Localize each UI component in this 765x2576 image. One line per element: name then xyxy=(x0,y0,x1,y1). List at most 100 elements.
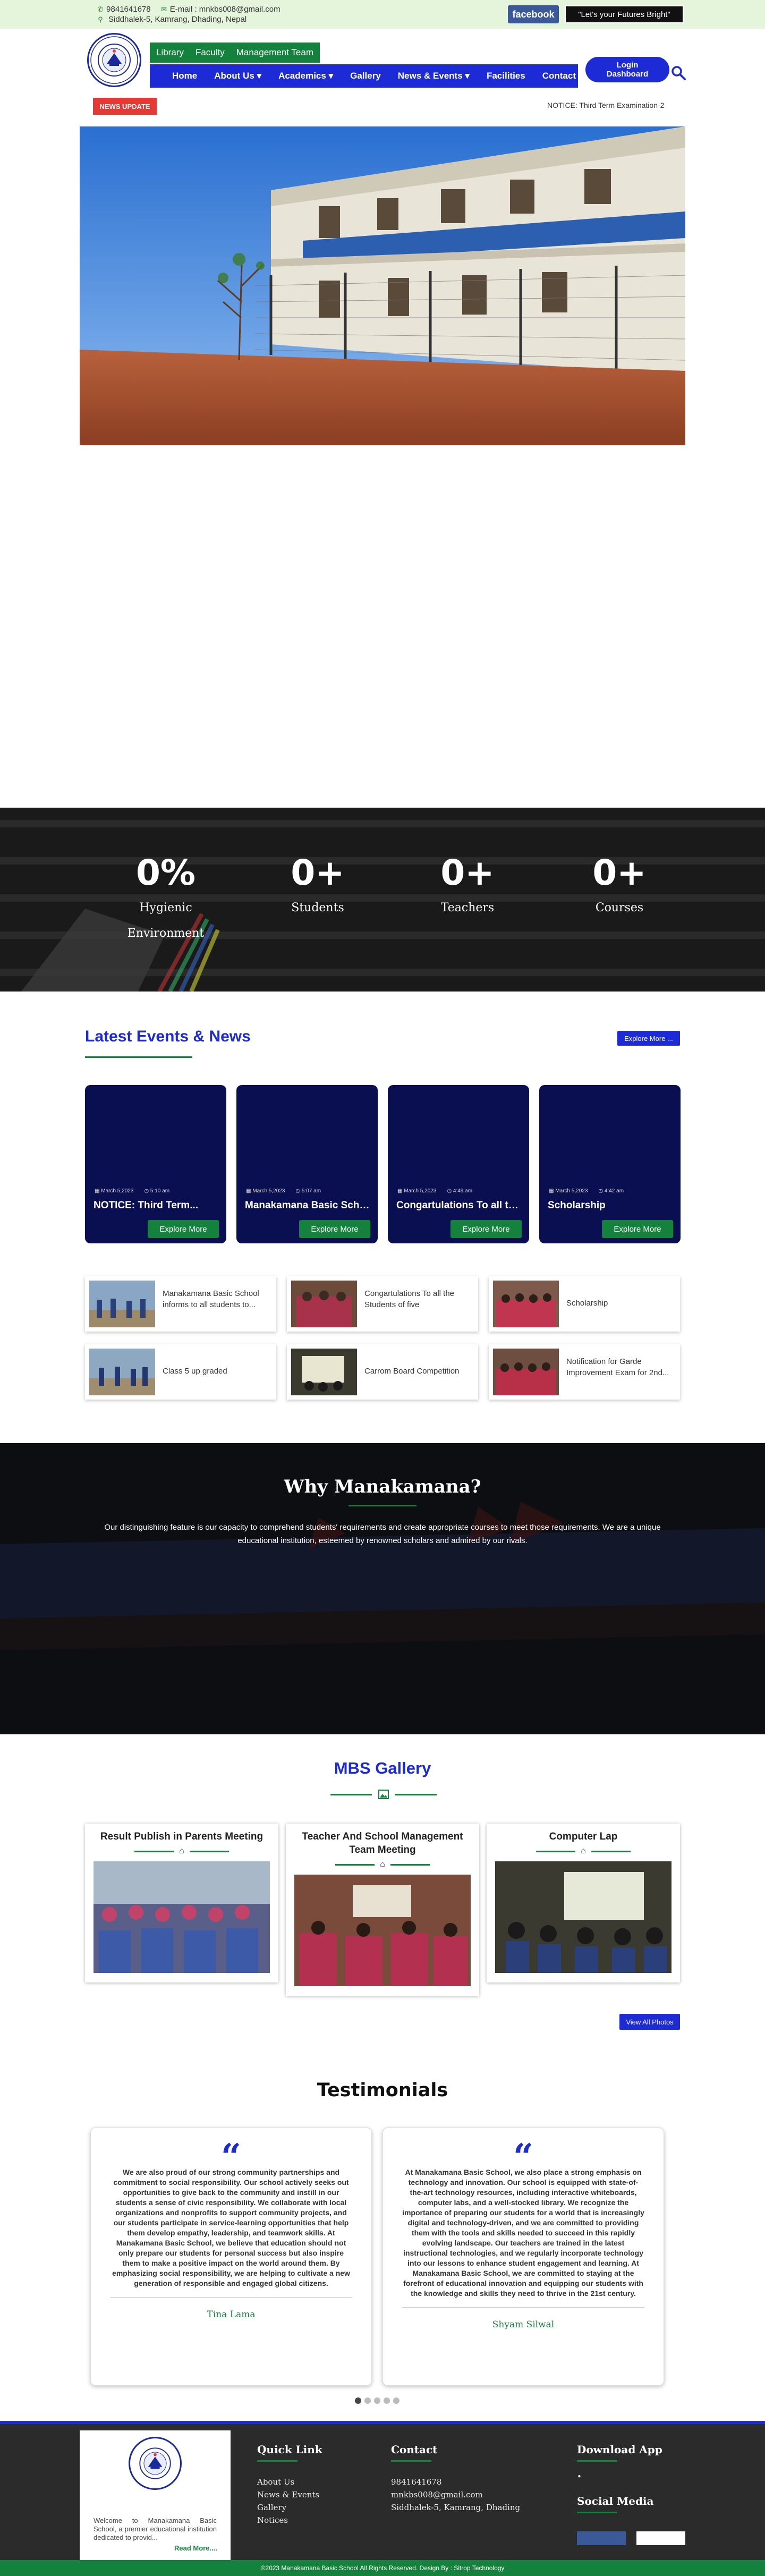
event-card[interactable]: ▦ March 5,2023 ◷ 4:49 am Congartulations… xyxy=(388,1085,529,1243)
nav-facilities[interactable]: Facilities xyxy=(487,71,525,81)
event-card[interactable]: ▦ March 5,2023 ◷ 5:10 am NOTICE: Third T… xyxy=(85,1085,226,1243)
school-building-icon: ⌂ xyxy=(179,1846,184,1855)
login-label: Login Dashboard xyxy=(606,61,649,79)
subnav-management-team[interactable]: Management Team xyxy=(236,47,313,58)
gallery-card-title: Result Publish in Parents Meeting xyxy=(100,1831,264,1842)
event-date-text: March 5,2023 xyxy=(101,1188,134,1194)
news-item-title: Manakamana Basic School informs to all s… xyxy=(163,1289,259,1309)
event-date: ▦ March 5,2023 xyxy=(95,1188,133,1194)
footer-about-box: Welcome to Manakamana Basic School, a pr… xyxy=(80,2430,231,2560)
news-list-item[interactable]: Manakamana Basic School informs to all s… xyxy=(85,1276,276,1332)
stat-value: 0% xyxy=(135,852,196,893)
testimonial-author: Shyam Silwal xyxy=(492,2319,555,2330)
footer-download: Download App • Social Media xyxy=(577,2443,662,2527)
event-title[interactable]: NOTICE: Third Term... xyxy=(94,1200,219,1211)
testimonial-author: Tina Lama xyxy=(207,2309,256,2320)
phone-item[interactable]: ✆ 9841641678 xyxy=(97,4,151,14)
footer-link-about[interactable]: About Us xyxy=(257,2476,322,2488)
news-list-item[interactable]: Scholarship xyxy=(489,1276,680,1332)
heading-rule xyxy=(577,2512,617,2513)
gallery-card[interactable]: Teacher And School Management Team Meeti… xyxy=(286,1824,479,1996)
divider-rule xyxy=(330,1793,372,1795)
clock-icon: ◷ xyxy=(295,1188,301,1194)
footer-logo[interactable] xyxy=(129,2437,182,2490)
event-date: ▦ March 5,2023 xyxy=(246,1188,285,1194)
chevron-down-icon: ▾ xyxy=(257,71,262,81)
subnav-faculty[interactable]: Faculty xyxy=(196,47,225,58)
view-all-photos-button[interactable]: View All Photos xyxy=(619,2014,680,2030)
news-ticker[interactable]: NOTICE: Third Term Examination-2 xyxy=(547,101,664,109)
facebook-button[interactable]: facebook xyxy=(508,5,559,23)
footer-email[interactable]: mnkbs008@gmail.com xyxy=(391,2488,520,2501)
logo-emblem-icon xyxy=(90,36,138,84)
secondary-nav: Library Faculty Management Team xyxy=(150,43,320,63)
gallery-card[interactable]: Result Publish in Parents Meeting ⌂ xyxy=(85,1824,278,1982)
news-list-item[interactable]: Congartulations To all the Students of f… xyxy=(287,1276,478,1332)
heading-rule xyxy=(391,2460,431,2462)
news-thumbnail xyxy=(89,1281,155,1327)
calendar-icon: ▦ xyxy=(397,1188,403,1194)
stat-value: 0+ xyxy=(291,852,345,893)
nav-about-us[interactable]: About Us ▾ xyxy=(214,71,261,81)
image-icon xyxy=(378,1790,389,1799)
event-time-text: 4:49 am xyxy=(453,1188,473,1194)
stat-value: 0+ xyxy=(440,852,495,893)
event-explore-button[interactable]: Explore More xyxy=(299,1220,370,1238)
news-thumbnail xyxy=(291,1349,357,1395)
event-title[interactable]: Manakamana Basic School... xyxy=(245,1200,370,1211)
nav-news-events[interactable]: News & Events ▾ xyxy=(398,71,470,81)
subnav-library[interactable]: Library xyxy=(156,47,184,58)
gallery-card[interactable]: Computer Lap ⌂ xyxy=(487,1824,680,1982)
email-item[interactable]: ✉ E-mail : mnkbs008@gmail.com xyxy=(160,4,280,14)
divider-rule xyxy=(395,1793,437,1795)
nav-gallery-label: Gallery xyxy=(350,71,381,81)
nav-academics[interactable]: Academics ▾ xyxy=(278,71,333,81)
gallery-card-title: Teacher And School Management Team Meeti… xyxy=(302,1831,463,1855)
event-card[interactable]: ▦ March 5,2023 ◷ 5:07 am Manakamana Basi… xyxy=(236,1085,378,1243)
carousel-dot[interactable] xyxy=(355,2397,361,2404)
news-thumbnail xyxy=(291,1281,357,1327)
footer-link-notices[interactable]: Notices xyxy=(257,2514,322,2527)
news-list-item[interactable]: Carrom Board Competition xyxy=(287,1344,478,1400)
event-explore-button[interactable]: Explore More xyxy=(148,1220,219,1238)
chevron-down-icon: ▾ xyxy=(328,71,334,81)
testimonial-text: We are also proud of our strong communit… xyxy=(112,2168,350,2287)
carousel-dot[interactable] xyxy=(374,2397,380,2404)
divider-rule xyxy=(591,1850,631,1852)
footer-phone[interactable]: 9841641678 xyxy=(391,2476,520,2488)
event-explore-button[interactable]: Explore More xyxy=(450,1220,522,1238)
phone-icon: ✆ xyxy=(97,5,104,13)
event-explore-button[interactable]: Explore More xyxy=(602,1220,673,1238)
carousel-dots xyxy=(355,2397,400,2404)
school-logo[interactable] xyxy=(87,33,141,87)
login-dashboard-button[interactable]: Login Dashboard xyxy=(585,57,669,82)
event-title[interactable]: Congartulations To all the... xyxy=(396,1200,522,1211)
nav-gallery[interactable]: Gallery xyxy=(350,71,381,81)
download-link[interactable]: • xyxy=(577,2470,662,2483)
news-thumbnail xyxy=(493,1349,559,1395)
stat-hygienic: 0% Hygienic Environment xyxy=(113,852,219,946)
carousel-dot[interactable] xyxy=(393,2397,400,2404)
hero-image xyxy=(80,126,685,445)
nav-home[interactable]: Home xyxy=(172,71,197,81)
facebook-social-widget[interactable] xyxy=(577,2531,626,2545)
news-list-item[interactable]: Notification for Garde Improvement Exam … xyxy=(489,1344,680,1400)
carousel-dot[interactable] xyxy=(364,2397,371,2404)
event-title[interactable]: Scholarship xyxy=(548,1200,673,1211)
event-date: ▦ March 5,2023 xyxy=(549,1188,588,1194)
news-list-item[interactable]: Class 5 up graded xyxy=(85,1344,276,1400)
footer-link-news[interactable]: News & Events xyxy=(257,2488,322,2501)
read-more-link[interactable]: Read More.... xyxy=(174,2544,217,2552)
nav-contact[interactable]: Contact xyxy=(542,71,576,81)
clock-icon: ◷ xyxy=(447,1188,452,1194)
copyright-bar: ©2023 Manakamana Basic School All Rights… xyxy=(0,2560,765,2576)
chevron-down-icon: ▾ xyxy=(465,71,470,81)
footer-link-gallery[interactable]: Gallery xyxy=(257,2501,322,2514)
event-card[interactable]: ▦ March 5,2023 ◷ 4:42 am Scholarship Exp… xyxy=(539,1085,681,1243)
footer-about-text: Welcome to Manakamana Basic School, a pr… xyxy=(94,2516,217,2541)
testimonial-card: “ At Manakamana Basic School, we also pl… xyxy=(382,2128,664,2386)
social-widget[interactable] xyxy=(636,2531,685,2545)
carousel-dot[interactable] xyxy=(384,2397,390,2404)
explore-more-all-button[interactable]: Explore More ... xyxy=(617,1031,680,1046)
search-icon[interactable] xyxy=(670,65,686,81)
